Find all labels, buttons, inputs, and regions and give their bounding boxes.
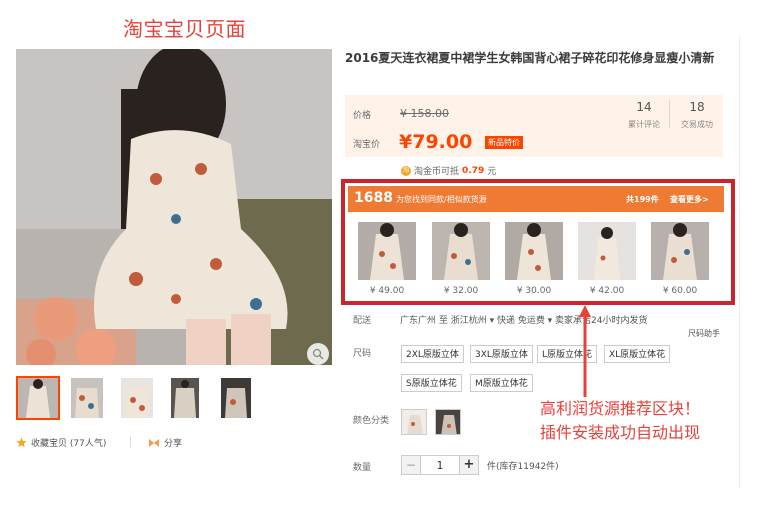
coin-amount: 0.79 xyxy=(462,165,485,176)
quantity-decrease-button[interactable]: − xyxy=(401,455,421,475)
collect-button[interactable]: 收藏宝贝 (77人气) xyxy=(16,436,106,449)
zoom-icon[interactable] xyxy=(307,343,329,365)
gallery-thumb[interactable] xyxy=(221,378,261,418)
divider xyxy=(669,100,670,128)
color-swatch[interactable] xyxy=(435,409,461,435)
promo-badge: 新品特价 xyxy=(485,136,523,149)
annotation-line: 高利润货源推荐区块！ xyxy=(540,399,701,418)
taobao-price: ¥79.00 xyxy=(399,131,473,153)
gallery-thumb[interactable] xyxy=(71,378,111,418)
highlight-box xyxy=(341,179,735,305)
annotation-text: 高利润货源推荐区块！ 插件安装成功自动出现 xyxy=(540,397,700,445)
quantity-increase-button[interactable]: + xyxy=(459,455,479,475)
stock-info: 件(库存11942件) xyxy=(487,462,559,472)
sales-count: 18 xyxy=(689,100,705,114)
annotation-arrow xyxy=(579,305,591,397)
taobao-product-page: 淘宝宝贝页面 收藏宝贝 (77人气) 分享 2016夏天连衣裙夏中裙学生女韩国背… xyxy=(0,0,759,507)
share-label: 分享 xyxy=(164,439,183,449)
taobao-price-label: 淘宝价 xyxy=(353,140,381,150)
gallery-thumb[interactable] xyxy=(171,378,211,418)
star-icon xyxy=(16,437,27,448)
coin-suffix: 元 xyxy=(487,167,497,177)
quantity-label: 数量 xyxy=(353,463,372,473)
original-price-label: 价格 xyxy=(353,111,372,121)
page-caption: 淘宝宝贝页面 xyxy=(123,17,246,41)
product-title: 2016夏天连衣裙夏中裙学生女韩国背心裙子碎花印花修身显瘦小清新 xyxy=(345,51,715,65)
divider xyxy=(130,436,131,448)
size-label: 尺码 xyxy=(353,349,372,359)
coin-icon: 淘 xyxy=(401,165,411,176)
coin-offset: 淘 淘金币可抵 0.79 元 xyxy=(401,164,496,177)
size-option[interactable]: S原版立体花 xyxy=(401,374,462,392)
size-option[interactable]: M原版立体花 xyxy=(470,374,533,392)
share-button[interactable]: 分享 xyxy=(148,436,182,449)
gallery-thumb[interactable] xyxy=(16,376,60,420)
annotation-line: 插件安装成功自动出现 xyxy=(540,423,701,442)
size-option[interactable]: 3XL原版立体 xyxy=(470,345,533,363)
reviews-label[interactable]: 累计评论 xyxy=(619,119,669,130)
quantity-input[interactable]: 1 xyxy=(421,455,459,475)
share-icon xyxy=(149,438,159,447)
shipping-label: 配送 xyxy=(353,316,372,326)
size-option[interactable]: XL原版立体花 xyxy=(604,345,671,363)
sales-label: 交易成功 xyxy=(681,120,713,129)
color-swatch[interactable] xyxy=(401,409,427,435)
collect-label: 收藏宝贝 (77人气) xyxy=(31,439,107,449)
coin-text: 淘金币可抵 xyxy=(414,167,460,177)
original-price: ¥ 158.00 xyxy=(400,107,449,120)
size-helper-link[interactable]: 尺码助手 xyxy=(688,328,720,339)
shipping-info[interactable]: 广东广州 至 浙江杭州 ▾ 快递 免运费 ▾ 卖家承诺24小时内发货 xyxy=(400,313,648,326)
reviews-count[interactable]: 14 xyxy=(624,100,664,114)
gallery-thumb[interactable] xyxy=(121,378,161,418)
main-product-image[interactable] xyxy=(16,49,332,365)
color-label: 颜色分类 xyxy=(353,416,390,426)
size-option[interactable]: 2XL原版立体 xyxy=(401,345,464,363)
